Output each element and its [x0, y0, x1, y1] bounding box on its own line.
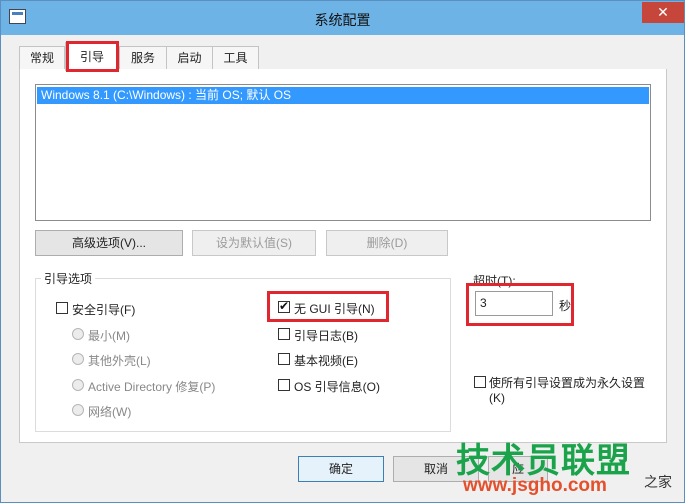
timeout-input[interactable]: 3: [475, 291, 553, 316]
minimal-radio[interactable]: [72, 328, 84, 340]
advanced-options-button[interactable]: 高级选项(V)...: [35, 230, 183, 256]
no-gui-boot-label: 无 GUI 引导(N): [294, 302, 375, 316]
close-button[interactable]: ✕: [642, 2, 684, 23]
os-boot-info-label: OS 引导信息(O): [294, 380, 380, 394]
tab-boot-highlight: [66, 41, 119, 72]
no-gui-boot-checkbox[interactable]: [278, 299, 290, 313]
set-default-button[interactable]: 设为默认值(S): [192, 230, 316, 256]
watermark-small: 之家: [644, 474, 672, 490]
delete-button[interactable]: 删除(D): [326, 230, 448, 256]
network-radio[interactable]: [72, 404, 84, 416]
window-title: 系统配置: [314, 12, 371, 28]
make-permanent-label-key: (K): [489, 391, 505, 405]
active-directory-label: Active Directory 修复(P): [88, 380, 216, 394]
active-directory-radio[interactable]: [72, 379, 84, 391]
boot-options-legend: 引导选项: [41, 270, 96, 287]
boot-entry-list[interactable]: Windows 8.1 (C:\Windows) : 当前 OS; 默认 OS: [35, 84, 651, 221]
network-label: 网络(W): [88, 405, 132, 419]
minimal-label: 最小(M): [88, 329, 130, 343]
os-boot-info-checkbox[interactable]: [278, 379, 290, 391]
alternate-shell-label: 其他外壳(L): [88, 354, 151, 368]
system-config-window: 系统配置 ✕ 常规 引导 服务 启动 工具 Windows 8.1 (C:\Wi…: [0, 0, 685, 503]
tab-general[interactable]: 常规: [19, 46, 65, 69]
watermark-url: www.jsgho.com: [463, 475, 607, 496]
timeout-unit: 秒: [559, 299, 572, 313]
tab-startup[interactable]: 启动: [166, 46, 213, 69]
title-bar: 系统配置 ✕: [1, 1, 684, 35]
tab-services[interactable]: 服务: [119, 46, 167, 69]
make-permanent-checkbox[interactable]: [474, 376, 486, 388]
boot-entry-selected[interactable]: Windows 8.1 (C:\Windows) : 当前 OS; 默认 OS: [37, 87, 649, 104]
safe-boot-label: 安全引导(F): [72, 303, 136, 317]
ok-button[interactable]: 确定: [298, 456, 384, 482]
tab-tools[interactable]: 工具: [212, 46, 259, 69]
boot-log-label: 引导日志(B): [294, 329, 358, 343]
make-permanent-label: 使所有引导设置成为永久设置: [489, 376, 646, 390]
alternate-shell-radio[interactable]: [72, 353, 84, 365]
base-video-checkbox[interactable]: [278, 353, 290, 365]
base-video-label: 基本视频(E): [294, 354, 358, 368]
boot-log-checkbox[interactable]: [278, 328, 290, 340]
safe-boot-checkbox[interactable]: [56, 302, 68, 314]
